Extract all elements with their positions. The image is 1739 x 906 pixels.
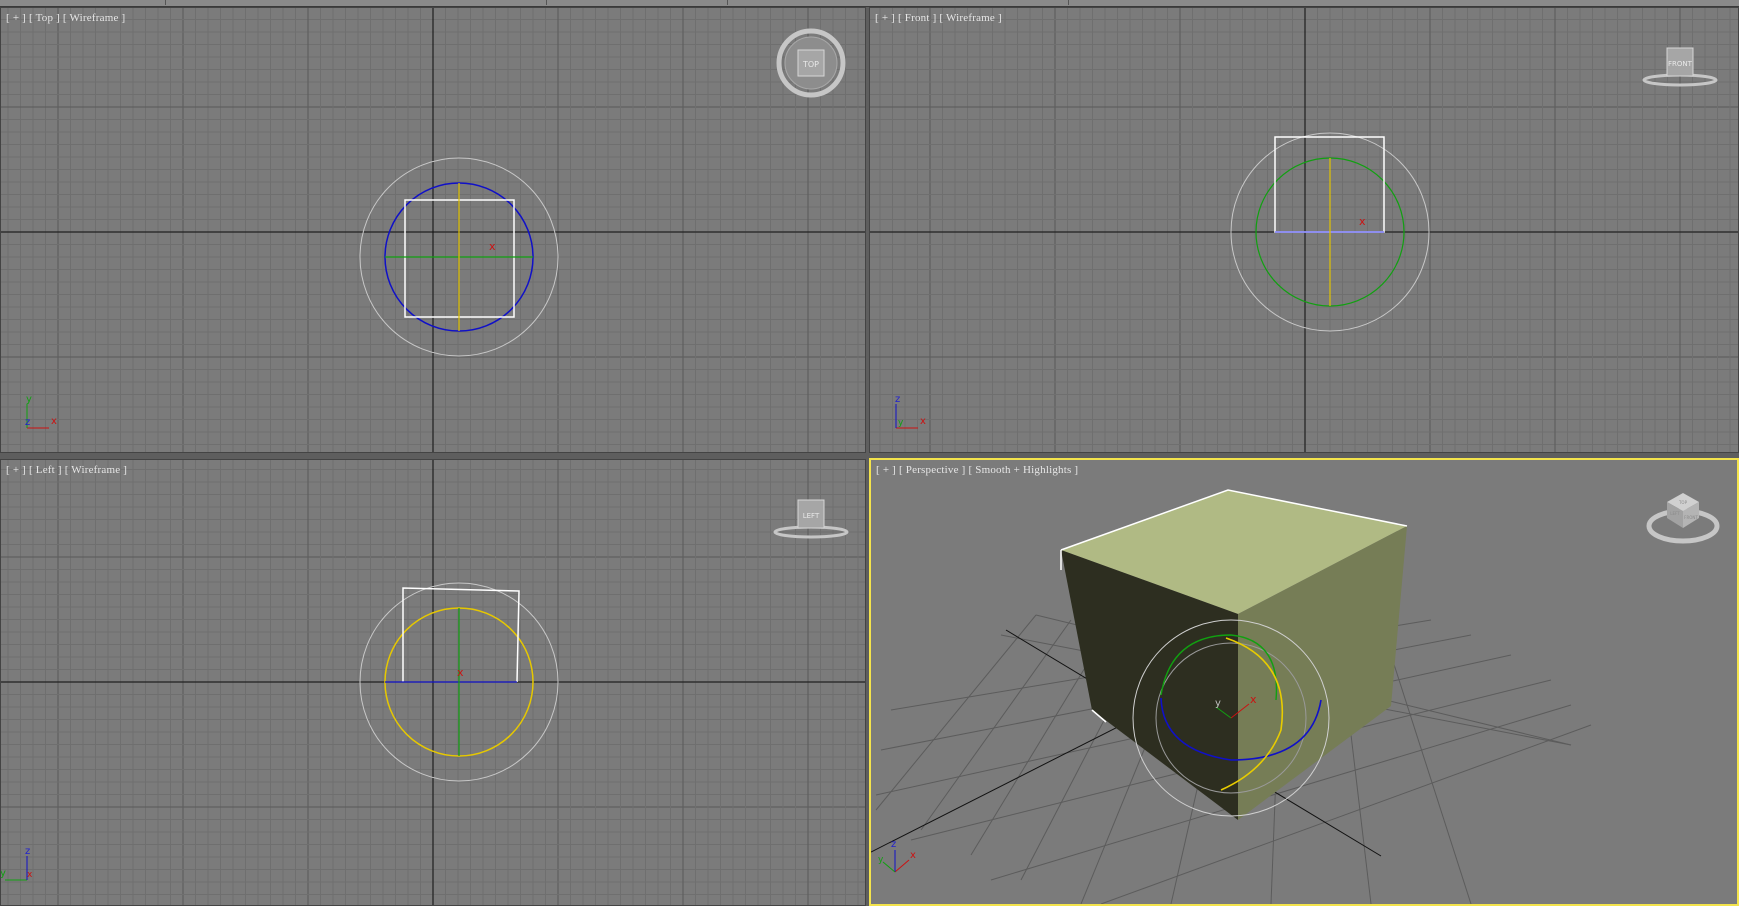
viewcube-top[interactable]: TOP <box>776 28 846 98</box>
toolbar-segment <box>728 0 1069 5</box>
viewcube-left[interactable]: LEFT <box>773 499 849 539</box>
tripod-z-label: z <box>895 394 900 405</box>
gizmo-y-label: y <box>1215 698 1221 709</box>
viewcube-front-label: FRONT <box>1684 515 1698 520</box>
tripod-x-label: x <box>27 870 33 880</box>
toolbar-strip <box>0 0 1739 7</box>
viewport-menu-button[interactable]: [ + ] <box>876 464 896 476</box>
viewport-shading-selector[interactable]: [ Wireframe ] <box>65 464 127 476</box>
viewport-view-selector[interactable]: [ Perspective ] <box>899 464 966 476</box>
toolbar-segment <box>0 0 166 5</box>
viewcube-perspective[interactable]: TOP FRONT LEFT <box>1646 493 1720 544</box>
toolbar-segment <box>166 0 547 5</box>
viewport-shading-selector[interactable]: [ Smooth + Highlights ] <box>968 464 1078 476</box>
viewcube-face-label: FRONT <box>1668 60 1693 68</box>
tripod-x-label: x <box>920 416 926 427</box>
viewport-label-perspective: [ + ] [ Perspective ] [ Smooth + Highlig… <box>876 464 1078 476</box>
viewport-shading-selector[interactable]: [ Wireframe ] <box>939 12 1001 24</box>
viewport-menu-button[interactable]: [ + ] <box>875 12 895 24</box>
viewport-top[interactable]: x x y z TOP [ + ] [ Top ] [ Wireframe ] <box>0 7 866 453</box>
gizmo-x-label: x <box>457 666 464 679</box>
viewport-left[interactable]: x y z x LEFT [ + ] [ Left ] [ Wireframe … <box>0 459 866 906</box>
viewport-front[interactable]: x x z y FRONT [ + ] [ Front ] [ Wirefram… <box>869 7 1739 453</box>
viewport-canvas[interactable]: x x y z TOP <box>1 8 866 453</box>
viewcube-face-label: TOP <box>802 60 819 69</box>
viewport-label-top: [ + ] [ Top ] [ Wireframe ] <box>6 12 125 24</box>
toolbar-segment <box>547 0 728 5</box>
viewport-canvas[interactable]: x x z y FRONT <box>870 8 1739 453</box>
viewport-canvas[interactable]: x y z x LEFT <box>1 460 866 906</box>
viewcube-top-label: TOP <box>1678 500 1688 505</box>
tripod-y-label: y <box>1 868 6 879</box>
tripod-y-axis <box>882 861 896 873</box>
tripod-y-label: y <box>26 394 32 405</box>
tripod-z-label: z <box>25 846 30 857</box>
viewport-shading-selector[interactable]: [ Wireframe ] <box>63 12 125 24</box>
viewcube-left-label: LEFT <box>1670 511 1680 516</box>
viewport-menu-button[interactable]: [ + ] <box>6 464 26 476</box>
tripod-x-axis <box>894 859 910 873</box>
viewport-label-left: [ + ] [ Left ] [ Wireframe ] <box>6 464 127 476</box>
viewport-canvas[interactable]: x y x z y TOP FRONT LEFT <box>871 460 1737 904</box>
gizmo-x-label: x <box>1359 215 1366 228</box>
tripod-x-label: x <box>910 850 916 861</box>
viewport-view-selector[interactable]: [ Top ] <box>29 12 60 24</box>
tripod-z-label: z <box>25 417 30 428</box>
gizmo-x-label: x <box>1250 693 1257 706</box>
tripod-y-label: y <box>878 855 884 865</box>
tripod-y-label: y <box>898 418 904 428</box>
tripod-x-label: x <box>51 416 57 427</box>
tripod-z-label: z <box>891 839 896 850</box>
viewport-view-selector[interactable]: [ Left ] <box>29 464 62 476</box>
viewport-perspective[interactable]: x y x z y TOP FRONT LEFT [ + ] [ Perspec… <box>869 458 1739 906</box>
viewcube-face-label: LEFT <box>803 512 820 520</box>
viewport-menu-button[interactable]: [ + ] <box>6 12 26 24</box>
viewport-view-selector[interactable]: [ Front ] <box>898 12 936 24</box>
gizmo-x-label: x <box>489 240 496 253</box>
viewport-label-front: [ + ] [ Front ] [ Wireframe ] <box>875 12 1002 24</box>
